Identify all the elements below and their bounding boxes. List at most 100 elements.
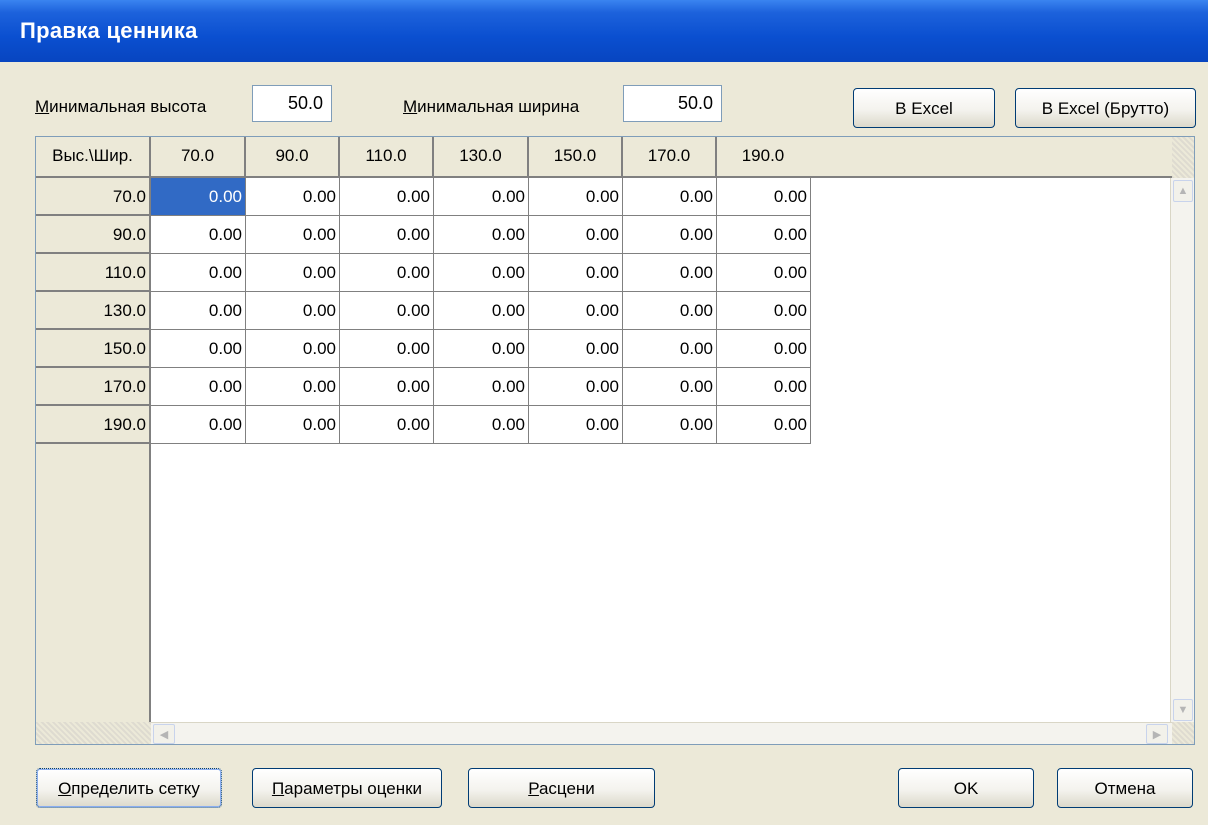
grid-cell[interactable]: 0.00 (717, 406, 811, 444)
grid-cell[interactable]: 0.00 (151, 216, 246, 254)
grid-cell[interactable]: 0.00 (246, 178, 340, 216)
grid-cell[interactable]: 0.00 (434, 178, 529, 216)
min-width-label: Минимальная ширина (403, 97, 579, 117)
grid-cell[interactable]: 0.00 (717, 330, 811, 368)
row-header[interactable]: 190.0 (36, 406, 151, 444)
grid-cell[interactable]: 0.00 (529, 406, 623, 444)
row-header[interactable]: 170.0 (36, 368, 151, 406)
grid-cell[interactable]: 0.00 (623, 292, 717, 330)
grid-cell[interactable]: 0.00 (340, 368, 434, 406)
column-header[interactable]: 110.0 (340, 137, 434, 178)
scrollbar-corner-top (1172, 137, 1194, 178)
scrollbar-corner-left (36, 722, 151, 744)
export-excel-button[interactable]: В Excel (853, 88, 995, 128)
grid-cell[interactable]: 0.00 (623, 368, 717, 406)
grid-cell[interactable]: 0.00 (151, 406, 246, 444)
scroll-left-icon[interactable]: ◀ (153, 724, 175, 744)
grid-header-filler (807, 137, 1172, 178)
grid-cell[interactable]: 0.00 (623, 254, 717, 292)
grid-cell[interactable]: 0.00 (434, 330, 529, 368)
min-width-input[interactable]: 50.0 (623, 85, 722, 122)
row-header[interactable]: 70.0 (36, 178, 151, 216)
evaluation-params-button[interactable]: Параметры оценки (252, 768, 442, 808)
vertical-scrollbar[interactable]: ▲ ▼ (1170, 178, 1194, 744)
min-height-input[interactable]: 50.0 (252, 85, 332, 122)
grid-cell[interactable]: 0.00 (434, 368, 529, 406)
column-header[interactable]: 70.0 (151, 137, 246, 178)
grid-cell[interactable]: 0.00 (246, 216, 340, 254)
price-button[interactable]: Расцени (468, 768, 655, 808)
row-header[interactable]: 110.0 (36, 254, 151, 292)
grid-cell[interactable]: 0.00 (623, 330, 717, 368)
scroll-down-icon[interactable]: ▼ (1173, 699, 1193, 721)
grid-cell[interactable]: 0.00 (529, 330, 623, 368)
grid-cell[interactable]: 0.00 (529, 368, 623, 406)
column-header[interactable]: 190.0 (717, 137, 811, 178)
grid-cell[interactable]: 0.00 (246, 292, 340, 330)
grid-cell[interactable]: 0.00 (529, 292, 623, 330)
evaluation-params-mnemonic: П (271, 779, 285, 798)
price-mnemonic: Р (528, 779, 539, 798)
min-height-label-mnemonic: М (35, 97, 50, 116)
min-height-label-rest: инимальная высота (49, 97, 207, 116)
grid-cell[interactable]: 0.00 (717, 178, 811, 216)
grid-cell[interactable]: 0.00 (340, 330, 434, 368)
grid-cell[interactable]: 0.00 (151, 330, 246, 368)
grid-cell[interactable]: 0.00 (529, 216, 623, 254)
scroll-right-icon[interactable]: ▶ (1146, 724, 1168, 744)
grid-cell[interactable]: 0.00 (529, 178, 623, 216)
grid-cell[interactable]: 0.00 (151, 254, 246, 292)
grid-cell[interactable]: 0.00 (246, 254, 340, 292)
window-title: Правка ценника (20, 18, 198, 43)
row-header[interactable]: 130.0 (36, 292, 151, 330)
price-label-rest: асцени (538, 779, 595, 798)
grid-cell[interactable]: 0.00 (623, 406, 717, 444)
column-header[interactable]: 150.0 (529, 137, 623, 178)
price-edit-dialog: Правка ценника Минимальная высота 50.0 М… (0, 0, 1208, 825)
define-grid-button[interactable]: Определить сетку (36, 768, 222, 808)
define-grid-mnemonic: О (58, 779, 72, 798)
min-width-label-mnemonic: М (403, 97, 418, 116)
grid-corner-header: Выс.\Шир. (36, 137, 151, 178)
evaluation-params-label-rest: араметры оценки (284, 779, 423, 798)
grid-cell[interactable]: 0.00 (717, 254, 811, 292)
column-header[interactable]: 130.0 (434, 137, 529, 178)
grid-cell[interactable]: 0.00 (340, 178, 434, 216)
row-header[interactable]: 150.0 (36, 330, 151, 368)
grid-cell[interactable]: 0.00 (340, 292, 434, 330)
grid-cell[interactable]: 0.00 (623, 216, 717, 254)
grid-cell[interactable]: 0.00 (151, 368, 246, 406)
grid-cell[interactable]: 0.00 (623, 178, 717, 216)
column-header[interactable]: 90.0 (246, 137, 340, 178)
grid-cell[interactable]: 0.00 (434, 254, 529, 292)
price-grid[interactable]: Выс.\Шир. 70.0 90.0 110.0 130.0 150.0 170.0 19… (35, 136, 1195, 745)
column-header[interactable]: 170.0 (623, 137, 717, 178)
grid-cell[interactable]: 0.00 (246, 368, 340, 406)
title-bar[interactable]: Правка ценника (0, 0, 1208, 62)
cancel-button[interactable]: Отмена (1057, 768, 1193, 808)
scrollbar-corner-bottom (1172, 722, 1194, 744)
define-grid-label-rest: пределить сетку (71, 779, 200, 798)
grid-cell[interactable]: 0.00 (717, 292, 811, 330)
grid-cell[interactable]: 0.00 (717, 368, 811, 406)
grid-cell[interactable]: 0.00 (151, 292, 246, 330)
grid-cell[interactable]: 0.00 (434, 216, 529, 254)
grid-cell[interactable]: 0.00 (434, 292, 529, 330)
min-height-label: Минимальная высота (35, 97, 206, 117)
row-header[interactable]: 90.0 (36, 216, 151, 254)
grid-cell[interactable]: 0.00 (340, 216, 434, 254)
grid-cell[interactable]: 0.00 (151, 178, 246, 216)
grid-cell[interactable]: 0.00 (529, 254, 623, 292)
min-width-label-rest: инимальная ширина (417, 97, 580, 116)
grid-cell[interactable]: 0.00 (246, 406, 340, 444)
grid-cell[interactable]: 0.00 (717, 216, 811, 254)
grid-cell[interactable]: 0.00 (434, 406, 529, 444)
grid-cell[interactable]: 0.00 (340, 406, 434, 444)
grid-cell[interactable]: 0.00 (340, 254, 434, 292)
ok-button[interactable]: OK (898, 768, 1034, 808)
row-header-filler (36, 444, 151, 722)
grid-cell[interactable]: 0.00 (246, 330, 340, 368)
scroll-up-icon[interactable]: ▲ (1173, 180, 1193, 202)
horizontal-scrollbar[interactable]: ◀ ▶ (151, 722, 1172, 744)
export-excel-gross-button[interactable]: В Excel (Брутто) (1015, 88, 1196, 128)
